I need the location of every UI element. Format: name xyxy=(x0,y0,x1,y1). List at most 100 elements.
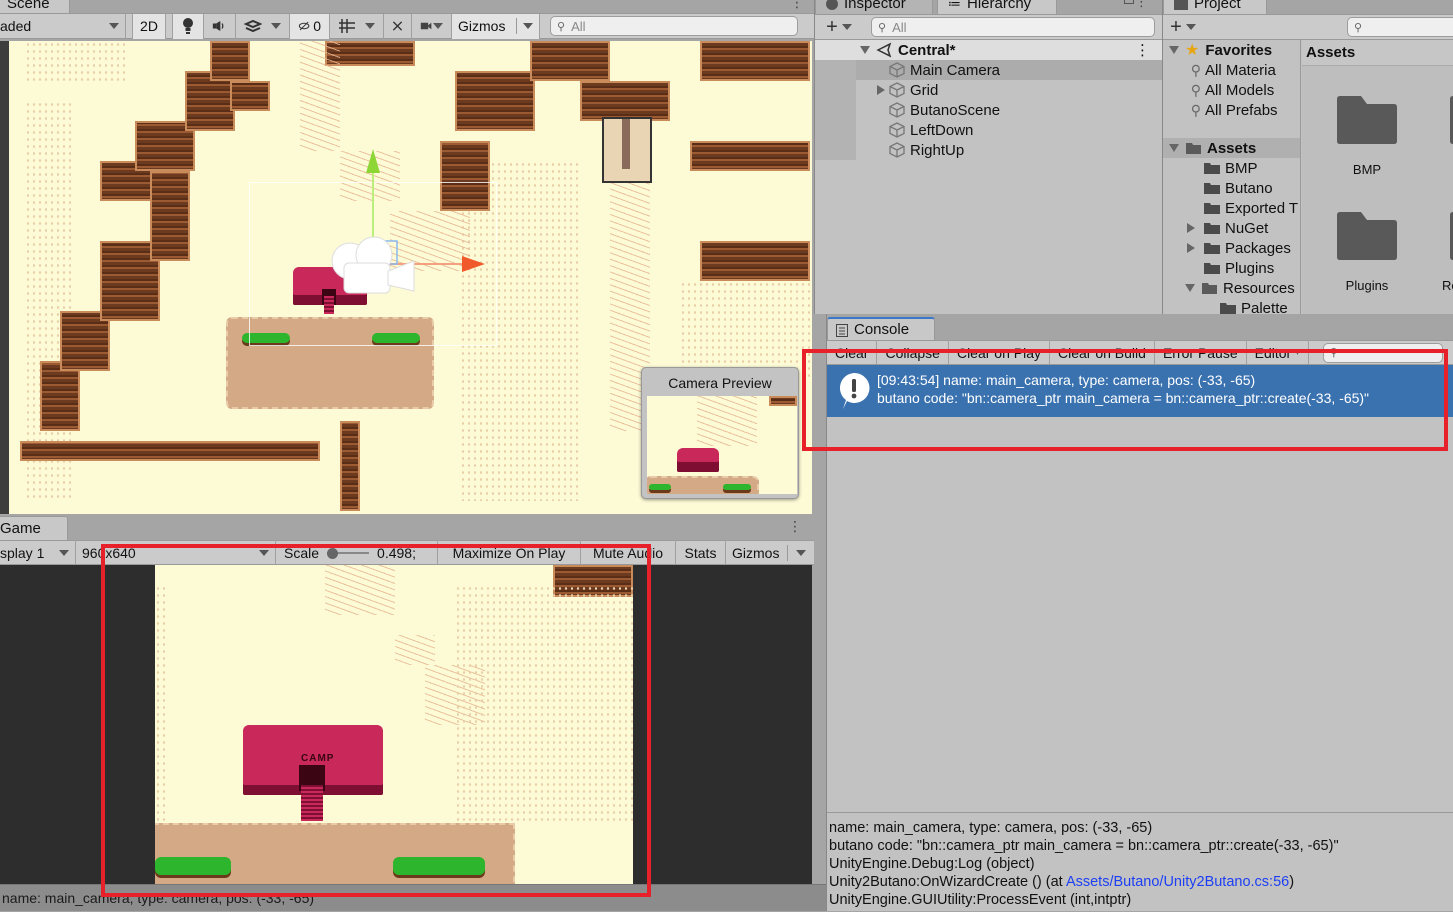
source-file-link[interactable]: Assets/Butano/Unity2Butano.cs:56 xyxy=(1066,874,1289,890)
scene-menu-icon[interactable]: ⋮ xyxy=(1135,41,1150,59)
tab-scene[interactable]: Scene xyxy=(0,0,70,14)
favorite-item[interactable]: ⚲ All Prefabs xyxy=(1163,100,1300,120)
grid-item-label[interactable]: BMP xyxy=(1327,162,1407,177)
asset-folder-item[interactable]: Resources xyxy=(1163,278,1300,298)
hierarchy-item[interactable]: Main Camera xyxy=(815,60,1162,80)
scene-viewport[interactable]: Camera Preview xyxy=(0,41,812,514)
console-collapse-toggle[interactable]: Collapse xyxy=(877,340,949,365)
tab-hierarchy[interactable]: ≔ Hierarchy xyxy=(937,0,1057,14)
lock-icon[interactable] xyxy=(1124,0,1134,4)
collapse-label: Collapse xyxy=(885,344,940,361)
hierarchy-tabbar: Inspector ≔ Hierarchy ⋮ xyxy=(815,0,1162,14)
create-dropdown[interactable]: + xyxy=(815,17,863,37)
game-screen: CAMP xyxy=(155,565,633,884)
plus-icon: + xyxy=(826,16,838,38)
scene-menu-icon[interactable]: ⋮ xyxy=(790,0,804,11)
hierarchy-item-label: LeftDown xyxy=(910,121,974,139)
mute-audio-toggle[interactable]: Mute Audio xyxy=(581,540,676,565)
game-viewport[interactable]: CAMP xyxy=(0,565,812,884)
expand-arrow-icon[interactable] xyxy=(1187,243,1195,253)
camera-dropdown[interactable] xyxy=(412,13,452,39)
maximize-on-play-toggle[interactable]: Maximize On Play xyxy=(438,540,581,565)
hierarchy-item[interactable]: LeftDown xyxy=(815,120,1162,140)
folder-icon[interactable] xyxy=(1337,210,1397,260)
gizmos-dropdown[interactable]: Gizmos xyxy=(452,13,540,39)
game-gizmos-dropdown[interactable]: Gizmos xyxy=(726,540,812,565)
expand-arrow-icon[interactable] xyxy=(860,46,870,54)
audio-toggle[interactable] xyxy=(204,13,236,39)
asset-folder-item[interactable]: Packages xyxy=(1163,238,1300,258)
cliff-tile xyxy=(700,41,810,81)
shading-mode-dropdown[interactable]: aded xyxy=(0,13,126,39)
asset-folder-item[interactable]: Butano xyxy=(1163,178,1300,198)
hierarchy-item[interactable]: Grid xyxy=(815,80,1162,100)
detail-line: butano code: "bn::camera_ptr main_camera… xyxy=(829,838,1339,854)
grid-item-label[interactable]: Plugins xyxy=(1327,278,1407,293)
folder-icon[interactable] xyxy=(1337,94,1397,144)
scene-visibility-toggle[interactable]: 0 xyxy=(290,13,330,39)
sand-texture xyxy=(455,585,633,825)
asset-folder-item[interactable]: Exported T xyxy=(1163,198,1300,218)
console-log-entry[interactable]: [09:43:54] name: main_camera, type: came… xyxy=(827,365,1453,417)
detail-line: Unity2Butano:OnWizardCreate () (at Asset… xyxy=(829,873,1451,891)
asset-folder-item[interactable]: Plugins xyxy=(1163,258,1300,278)
asset-folder-item[interactable]: Palette xyxy=(1163,298,1300,314)
hierarchy-toolbar: + ⚲ All xyxy=(815,14,1162,40)
cliff-tile xyxy=(530,41,610,81)
stats-toggle[interactable]: Stats xyxy=(676,540,726,565)
hierarchy-item[interactable]: ButanoScene xyxy=(815,100,1162,120)
hierarchy-search-input[interactable]: ⚲ All xyxy=(871,17,1155,37)
console-search-input[interactable]: ⚲ xyxy=(1322,342,1443,363)
console-editor-dropdown[interactable]: Editor ▾ xyxy=(1247,340,1309,365)
tab-game[interactable]: Game xyxy=(0,516,68,540)
maximize-on-play-label: Maximize On Play xyxy=(452,544,566,561)
camera-preview-title: Camera Preview xyxy=(668,375,772,391)
scale-slider[interactable] xyxy=(327,547,370,559)
chevron-down-icon xyxy=(841,24,852,30)
chevron-down-icon xyxy=(109,23,119,29)
tab-project[interactable]: Project xyxy=(1163,0,1267,14)
console-clear-button[interactable]: Clear xyxy=(827,340,878,365)
console-error-pause-toggle[interactable]: Error Pause xyxy=(1155,340,1247,365)
expand-arrow-icon[interactable] xyxy=(1187,223,1195,233)
scale-slider-handle[interactable] xyxy=(327,547,339,559)
resolution-dropdown[interactable]: 960x640 xyxy=(76,540,276,565)
console-clear-on-build-toggle[interactable]: Clear on Build xyxy=(1050,340,1155,365)
tools-button[interactable] xyxy=(384,13,412,39)
favorite-item[interactable]: ⚲ All Materia xyxy=(1163,60,1300,80)
tab-inspector[interactable]: Inspector xyxy=(815,0,933,14)
favorite-item-label: All Models xyxy=(1205,81,1275,99)
grid-snap-dropdown[interactable] xyxy=(330,13,384,39)
hierarchy-menu-icon[interactable]: ⋮ xyxy=(1135,0,1148,10)
tower-sprite[interactable] xyxy=(602,117,652,183)
project-search-input[interactable]: ⚲ xyxy=(1347,17,1453,37)
effects-dropdown[interactable] xyxy=(236,13,290,39)
display-dropdown[interactable]: splay 1 xyxy=(0,540,76,565)
camera-preview-window[interactable]: Camera Preview xyxy=(641,367,799,499)
expand-arrow-icon[interactable] xyxy=(1169,144,1179,152)
favorites-row[interactable]: ★ Favorites xyxy=(1163,40,1300,60)
toggle-2d-button[interactable]: 2D xyxy=(132,13,166,39)
hierarchy-item[interactable]: RightUp xyxy=(815,140,1162,160)
scene-root-row[interactable]: Central* ⋮ xyxy=(815,40,1162,60)
expand-arrow-icon[interactable] xyxy=(877,85,885,95)
expand-arrow-icon[interactable] xyxy=(1185,284,1195,292)
project-create-dropdown[interactable]: + xyxy=(1163,17,1203,37)
lighting-toggle[interactable] xyxy=(172,13,204,39)
scene-search-input[interactable]: ⚲ All xyxy=(550,16,798,36)
console-clear-on-play-toggle[interactable]: Clear on Play xyxy=(949,340,1050,365)
asset-folder-label: Resources xyxy=(1223,279,1295,297)
expand-arrow-icon[interactable] xyxy=(1169,46,1179,54)
tab-console[interactable]: Console xyxy=(827,317,935,341)
favorite-item[interactable]: ⚲ All Models xyxy=(1163,80,1300,100)
asset-folder-item[interactable]: NuGet xyxy=(1163,218,1300,238)
grid-item-label[interactable]: Re xyxy=(1442,278,1453,293)
game-gizmos-label: Gizmos xyxy=(732,544,780,561)
game-menu-icon[interactable]: ⋮ xyxy=(788,518,802,535)
camera-gizmo-icon[interactable] xyxy=(330,233,418,299)
asset-folder-item[interactable]: BMP xyxy=(1163,158,1300,178)
folder-icon xyxy=(1204,263,1220,274)
detail-line: UnityEngine.GUIUtility:ProcessEvent (int… xyxy=(829,892,1132,908)
toggle-2d-label: 2D xyxy=(140,18,158,34)
assets-row[interactable]: Assets xyxy=(1163,138,1300,158)
